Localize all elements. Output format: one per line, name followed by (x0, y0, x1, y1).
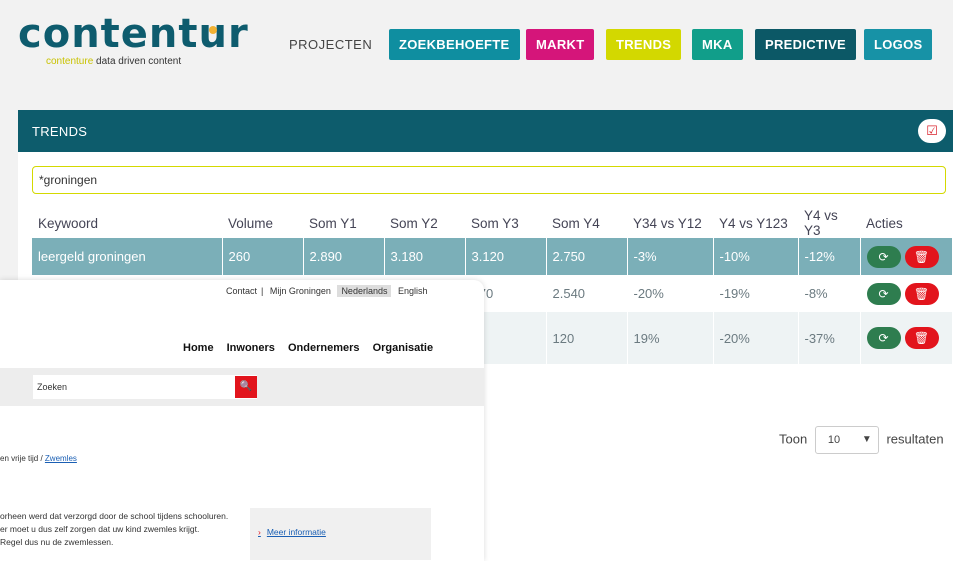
site-nav-organisatie[interactable]: Organisatie (373, 342, 434, 354)
breadcrumb-zwemles[interactable]: Zwemles (45, 454, 77, 463)
col-keywoord[interactable]: Keywoord (32, 208, 222, 238)
col-y4-vs-y3[interactable]: Y4 vs Y3 (798, 208, 860, 238)
top-links: Contact | Mijn Groningen Nederlands Engli… (226, 285, 432, 297)
page-size-control: Toon 10 ▼ resultaten (779, 426, 944, 454)
trash-icon[interactable]: 🗑 (904, 282, 939, 305)
cell-y4-vs-y123: -19% (713, 275, 799, 312)
col-som-y1[interactable]: Som Y1 (303, 208, 384, 238)
chevron-right-icon: › (258, 527, 261, 537)
app-header: contentur contenture data driven content… (0, 0, 953, 92)
logo-tagline: contenture data driven content (46, 56, 181, 67)
cell-som-y4: 2.540 (546, 275, 628, 312)
separator: | (261, 286, 264, 296)
breadcrumb-text: en vrije tijd / (0, 454, 45, 463)
page-size-select[interactable]: 10 ▼ (814, 426, 879, 454)
logo[interactable]: contentur contenture data driven content (18, 11, 273, 72)
logo-dot-icon (209, 26, 217, 34)
nav-predictive-button[interactable]: PREDICTIVE (755, 29, 857, 60)
link-mijn-groningen[interactable]: Mijn Groningen (270, 286, 331, 296)
logo-tagline-accent: contenture (46, 56, 94, 67)
cell-acties: ⟳ 🗑 (860, 275, 952, 312)
col-som-y4[interactable]: Som Y4 (546, 208, 627, 238)
gemeente-website-screenshot: Contact | Mijn Groningen Nederlands Engli… (0, 280, 484, 561)
article-line: er moet u dus zelf zorgen dat uw kind zw… (0, 524, 200, 534)
checkbox-toggle-icon[interactable]: ☑ (918, 119, 946, 143)
meer-informatie-label: Meer informatie (266, 527, 326, 537)
cell-y4-vs-y3: -8% (798, 275, 861, 312)
panel-header: TRENDS ☑ (18, 110, 953, 152)
cell-som-y3: 3.120 (465, 238, 547, 275)
cell-y34-vs-y12: 19% (627, 312, 714, 364)
article-line: orheen werd dat verzorgd door de school … (0, 511, 229, 521)
lang-english[interactable]: English (398, 286, 428, 296)
site-nav-home[interactable]: Home (183, 342, 214, 354)
nav-trends-button[interactable]: TRENDS (606, 29, 682, 60)
nav-markt-button[interactable]: MARKT (526, 29, 595, 60)
table-header-row: Keywoord Volume Som Y1 Som Y2 Som Y3 Som… (32, 208, 952, 238)
keyword-filter-input[interactable]: *groningen (32, 166, 946, 194)
link-contact[interactable]: Contact (226, 286, 257, 296)
col-y34-vs-y12[interactable]: Y34 vs Y12 (627, 208, 713, 238)
nav-mka-button[interactable]: MKA (692, 29, 743, 60)
panel-title: TRENDS (32, 124, 88, 139)
cell-keyword: leergeld groningen (32, 238, 223, 275)
col-som-y3[interactable]: Som Y3 (465, 208, 546, 238)
cell-volume: 260 (222, 238, 304, 275)
trash-icon[interactable]: 🗑 (904, 245, 939, 268)
article-line: Regel dus nu de zwemlessen. (0, 537, 114, 547)
cell-som-y4: 120 (546, 312, 628, 364)
cell-som-y4: 2.750 (546, 238, 628, 275)
cell-y4-vs-y3: -12% (798, 238, 861, 275)
cell-som-y2: 3.180 (384, 238, 466, 275)
breadcrumb: en vrije tijd / Zwemles (0, 454, 77, 463)
cell-y34-vs-y12: -20% (627, 275, 714, 312)
search-icon[interactable]: 🔍 (235, 376, 257, 398)
nav-zoekbehoefte-button[interactable]: ZOEKBEHOEFTE (389, 29, 520, 60)
cell-y34-vs-y12: -3% (627, 238, 714, 275)
cell-som-y1: 2.890 (303, 238, 385, 275)
table-row: leergeld groningen 260 2.890 3.180 3.120… (32, 238, 952, 275)
pager-suffix: resultaten (886, 431, 944, 447)
col-acties: Acties (866, 215, 903, 231)
cell-y4-vs-y123: -20% (713, 312, 799, 364)
refresh-icon[interactable]: ⟳ (866, 327, 901, 349)
cell-acties: ⟳ 🗑 (860, 238, 952, 275)
nav-projecten[interactable]: PROJECTEN (289, 37, 372, 52)
cell-y4-vs-y3: -37% (798, 312, 861, 364)
col-volume[interactable]: Volume (222, 208, 303, 238)
pager-prefix: Toon (779, 431, 808, 447)
page-size-value: 10 (827, 434, 841, 446)
refresh-icon[interactable]: ⟳ (866, 245, 901, 268)
logo-tagline-rest: data driven content (93, 56, 182, 67)
meer-informatie-link[interactable]: › Meer informatie (258, 527, 326, 537)
chevron-down-icon: ▼ (861, 434, 872, 445)
cell-acties: ⟳ 🗑 (860, 312, 952, 364)
cell-y4-vs-y123: -10% (713, 238, 799, 275)
lang-nederlands[interactable]: Nederlands (337, 285, 392, 297)
nav-logos-button[interactable]: LOGOS (864, 29, 933, 60)
refresh-icon[interactable]: ⟳ (866, 282, 901, 305)
site-nav-ondernemers[interactable]: Ondernemers (288, 342, 360, 354)
info-box: › Meer informatie (250, 508, 431, 560)
col-y4-vs-y123[interactable]: Y4 vs Y123 (713, 208, 798, 238)
article-text: orheen werd dat verzorgd door de school … (0, 510, 228, 549)
col-som-y2[interactable]: Som Y2 (384, 208, 465, 238)
logo-wordmark: contentur (18, 11, 249, 57)
site-nav: Home Inwoners Ondernemers Organisatie (183, 342, 443, 354)
site-search-input[interactable]: Zoeken (33, 375, 257, 399)
trash-icon[interactable]: 🗑 (904, 327, 939, 349)
site-nav-inwoners[interactable]: Inwoners (227, 342, 275, 354)
